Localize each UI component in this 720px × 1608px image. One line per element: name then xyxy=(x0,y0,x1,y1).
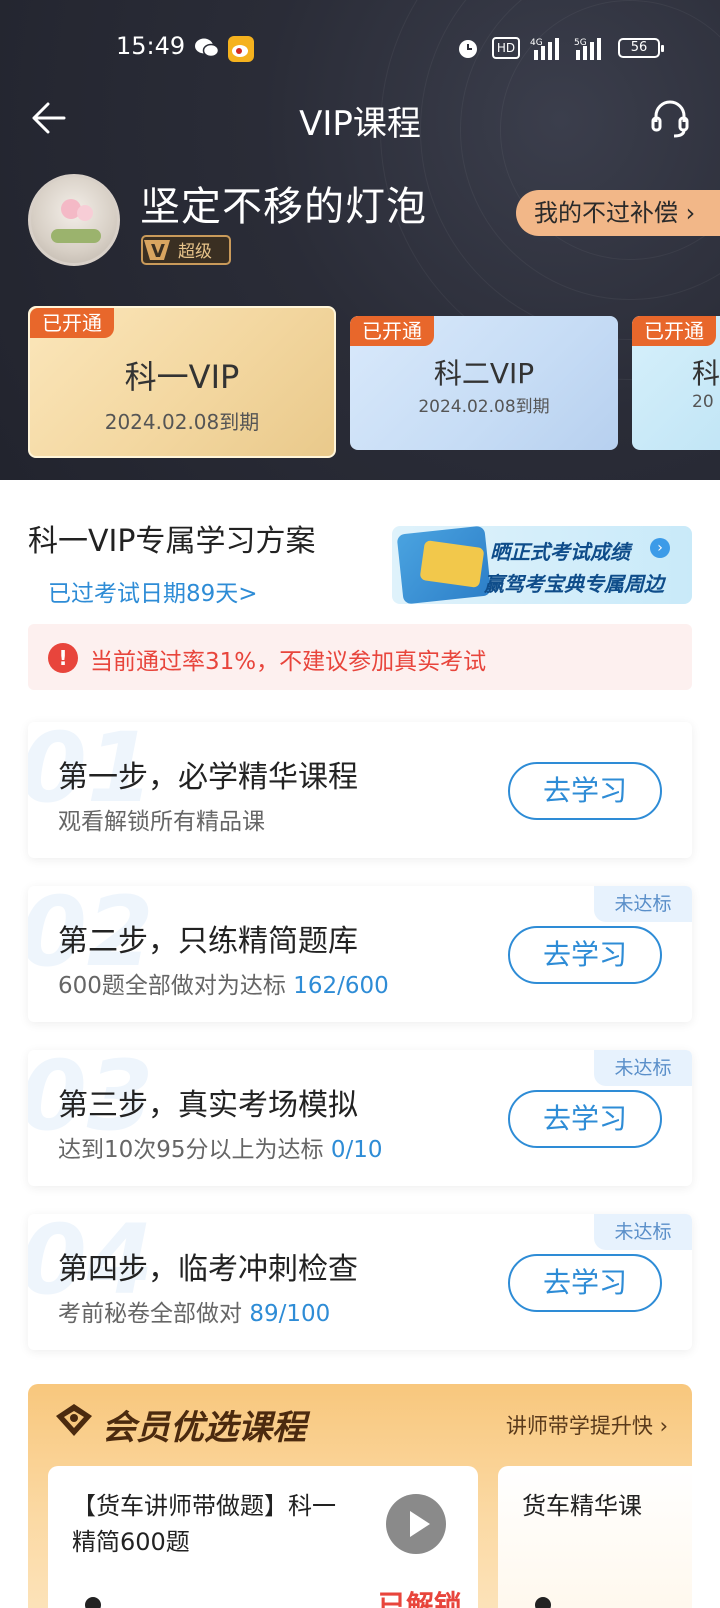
step-card-3: 03 未达标 第三步，真实考场模拟 达到10次95分以上为达标 0/10 去学习 xyxy=(28,1050,692,1186)
course-card[interactable]: 货车精华课 xyxy=(498,1466,692,1608)
step-card-4: 04 未达标 第四步，临考冲刺检查 考前秘卷全部做对 89/100 去学习 xyxy=(28,1214,692,1350)
vip-card-expiry: 2024.02.08到期 xyxy=(418,397,550,417)
signal-5g-icon: 5G xyxy=(574,38,601,60)
study-button[interactable]: 去学习 xyxy=(508,762,662,820)
pass-rate-warning: ! 当前通过率31%，不建议参加真实考试 xyxy=(28,624,692,690)
avatar[interactable] xyxy=(28,174,120,266)
username: 坚定不移的灯泡 xyxy=(140,184,427,230)
courses-more-link[interactable]: 讲师带学提升快 › xyxy=(506,1410,668,1440)
avatar-stem xyxy=(51,229,101,243)
step-description: 达到10次95分以上为达标 0/10 xyxy=(58,1130,383,1164)
vip-card-name: 科 xyxy=(692,357,720,390)
step-desc-text: 观看解锁所有精品课 xyxy=(58,809,265,835)
weibo-icon xyxy=(228,36,254,62)
signal-4g-icon: 4G xyxy=(530,38,559,60)
step-title: 第一步，必学精华课程 xyxy=(58,760,358,795)
step-title: 第四步，临考冲刺检查 xyxy=(58,1252,358,1287)
diamond-logo-icon xyxy=(56,1404,92,1436)
step-title: 第二步，只练精简题库 xyxy=(58,924,358,959)
course-title: 货车精华课 xyxy=(522,1492,642,1520)
wechat-icon xyxy=(195,38,220,58)
vip-card-name: 科二VIP xyxy=(433,357,535,390)
status-badge: 已开通 xyxy=(632,316,716,346)
step-progress: 0/10 xyxy=(330,1137,383,1163)
location-pin-icon xyxy=(85,1597,101,1608)
warning-text: 当前通过率31%，不建议参加真实考试 xyxy=(90,649,487,675)
status-badge: 未达标 xyxy=(594,886,692,922)
hd-icon: HD xyxy=(492,37,520,59)
study-button[interactable]: 去学习 xyxy=(508,1254,662,1312)
alarm-icon xyxy=(459,40,477,58)
step-progress: 89/100 xyxy=(249,1301,331,1327)
vip-card-expiry: 20 xyxy=(692,392,714,412)
headset-icon[interactable] xyxy=(648,96,692,140)
compensation-button[interactable]: 我的不过补偿 › xyxy=(516,190,720,236)
svg-text:V: V xyxy=(151,241,165,262)
unlocked-label: 已解锁 xyxy=(378,1589,463,1608)
step-card-1: 01 第一步，必学精华课程 观看解锁所有精品课 去学习 xyxy=(28,722,692,858)
promo-banner[interactable]: 晒正式考试成绩 › 赢驾考宝典专属周边 xyxy=(392,526,692,604)
study-button[interactable]: 去学习 xyxy=(508,1090,662,1148)
vip-level-label: 超级 xyxy=(178,242,212,262)
step-desc-text: 考前秘卷全部做对 xyxy=(58,1301,250,1327)
course-title: 【货车讲师带做题】科一精简600题 xyxy=(72,1492,336,1556)
vip-card-subject2[interactable]: 已开通 科二VIP 2024.02.08到期 xyxy=(350,316,618,450)
status-bar: 15:49 HD 4G 5G 56 xyxy=(0,28,720,68)
promo-line2: 赢驾考宝典专属周边 xyxy=(484,572,664,596)
vip-card-name: 科一VIP xyxy=(124,358,240,396)
exam-date-link[interactable]: 已过考试日期89天> xyxy=(48,574,258,608)
promo-artwork xyxy=(419,540,485,588)
vip-card-expiry: 2024.02.08到期 xyxy=(104,410,260,434)
step-progress: 162/600 xyxy=(293,973,389,999)
status-badge: 已开通 xyxy=(350,316,434,346)
battery-indicator: 56 xyxy=(618,38,664,58)
step-desc-text: 600题全部做对为达标 xyxy=(58,973,294,999)
status-badge: 未达标 xyxy=(594,1214,692,1250)
status-badge: 已开通 xyxy=(30,308,114,338)
location-pin-icon xyxy=(535,1597,551,1608)
header-area: 15:49 HD 4G 5G 56 VIP课程 坚定不移的灯泡 V 超级 我的不… xyxy=(0,0,720,480)
svg-text:4G: 4G xyxy=(530,38,543,48)
member-courses-section: 会员优选课程 讲师带学提升快 › 【货车讲师带做题】科一精简600题 已解锁 货… xyxy=(28,1384,692,1608)
course-card[interactable]: 【货车讲师带做题】科一精简600题 已解锁 xyxy=(48,1466,478,1608)
exclamation-icon: ! xyxy=(48,643,78,673)
vip-card-subject1[interactable]: 已开通 科一VIP 2024.02.08到期 xyxy=(28,306,336,458)
play-icon[interactable] xyxy=(386,1494,446,1554)
step-title: 第三步，真实考场模拟 xyxy=(58,1088,358,1123)
promo-line1: 晒正式考试成绩 xyxy=(490,540,630,564)
avatar-flower xyxy=(77,205,93,221)
page-title: VIP课程 xyxy=(299,104,421,144)
courses-title: 会员优选课程 xyxy=(102,1408,306,1448)
chevron-right-icon: › xyxy=(650,538,670,558)
step-card-2: 02 未达标 第二步，只练精简题库 600题全部做对为达标 162/600 去学… xyxy=(28,886,692,1022)
step-desc-text: 达到10次95分以上为达标 xyxy=(58,1137,331,1163)
clock: 15:49 xyxy=(116,32,186,60)
vip-card-subject3[interactable]: 已开通 科 20 xyxy=(632,316,720,450)
study-button[interactable]: 去学习 xyxy=(508,926,662,984)
step-description: 考前秘卷全部做对 89/100 xyxy=(58,1294,330,1328)
plan-title: 科一VIP专属学习方案 xyxy=(28,524,316,559)
step-description: 600题全部做对为达标 162/600 xyxy=(58,966,389,1000)
vip-level-badge: V 超级 xyxy=(141,235,231,265)
step-description: 观看解锁所有精品课 xyxy=(58,802,265,836)
status-badge: 未达标 xyxy=(594,1050,692,1086)
